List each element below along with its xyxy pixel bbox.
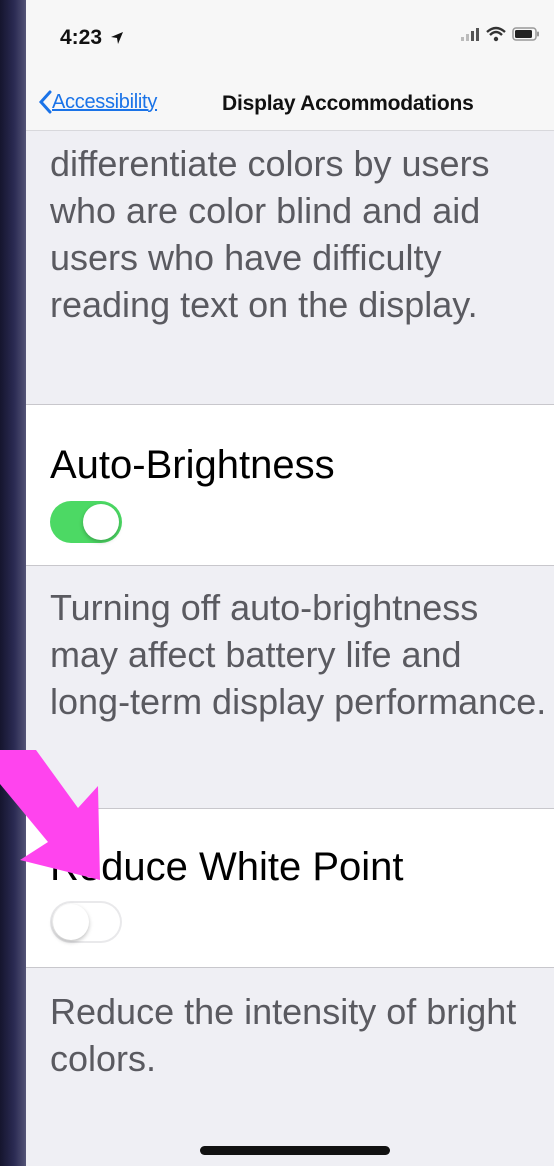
status-time: 4:23 (60, 26, 124, 50)
reduce-white-point-footer: Reduce the intensity of bright colors. (50, 991, 517, 1079)
auto-brightness-toggle[interactable] (50, 501, 122, 543)
status-time-text: 4:23 (60, 26, 103, 49)
chevron-left-icon (38, 90, 52, 114)
back-button[interactable]: Accessibility (38, 90, 157, 114)
auto-brightness-cell: Auto-Brightness (26, 404, 554, 566)
navigation-bar: Accessibility Display Accommodations (26, 78, 554, 131)
cellular-signal-icon (461, 28, 479, 41)
auto-brightness-label: Auto-Brightness (50, 443, 335, 487)
settings-screen: 4:23 Accessibility Display Accommodation… (26, 0, 554, 1166)
battery-icon (512, 27, 539, 41)
toggle-knob (53, 904, 89, 940)
auto-brightness-footer: Turning off auto-brightness may affect b… (50, 587, 547, 722)
status-bar: 4:23 (26, 0, 554, 78)
pink-arrow-annotation-icon (0, 750, 100, 880)
wifi-icon (486, 26, 506, 42)
status-icons (460, 26, 540, 42)
page-title: Display Accommodations (222, 92, 474, 115)
location-arrow-icon (110, 32, 123, 45)
color-filters-footer: differentiate colors by users who are co… (50, 143, 490, 325)
back-button-label: Accessibility (52, 90, 158, 113)
home-indicator (200, 1146, 390, 1155)
reduce-white-point-toggle[interactable] (50, 901, 122, 943)
toggle-knob (83, 504, 119, 540)
